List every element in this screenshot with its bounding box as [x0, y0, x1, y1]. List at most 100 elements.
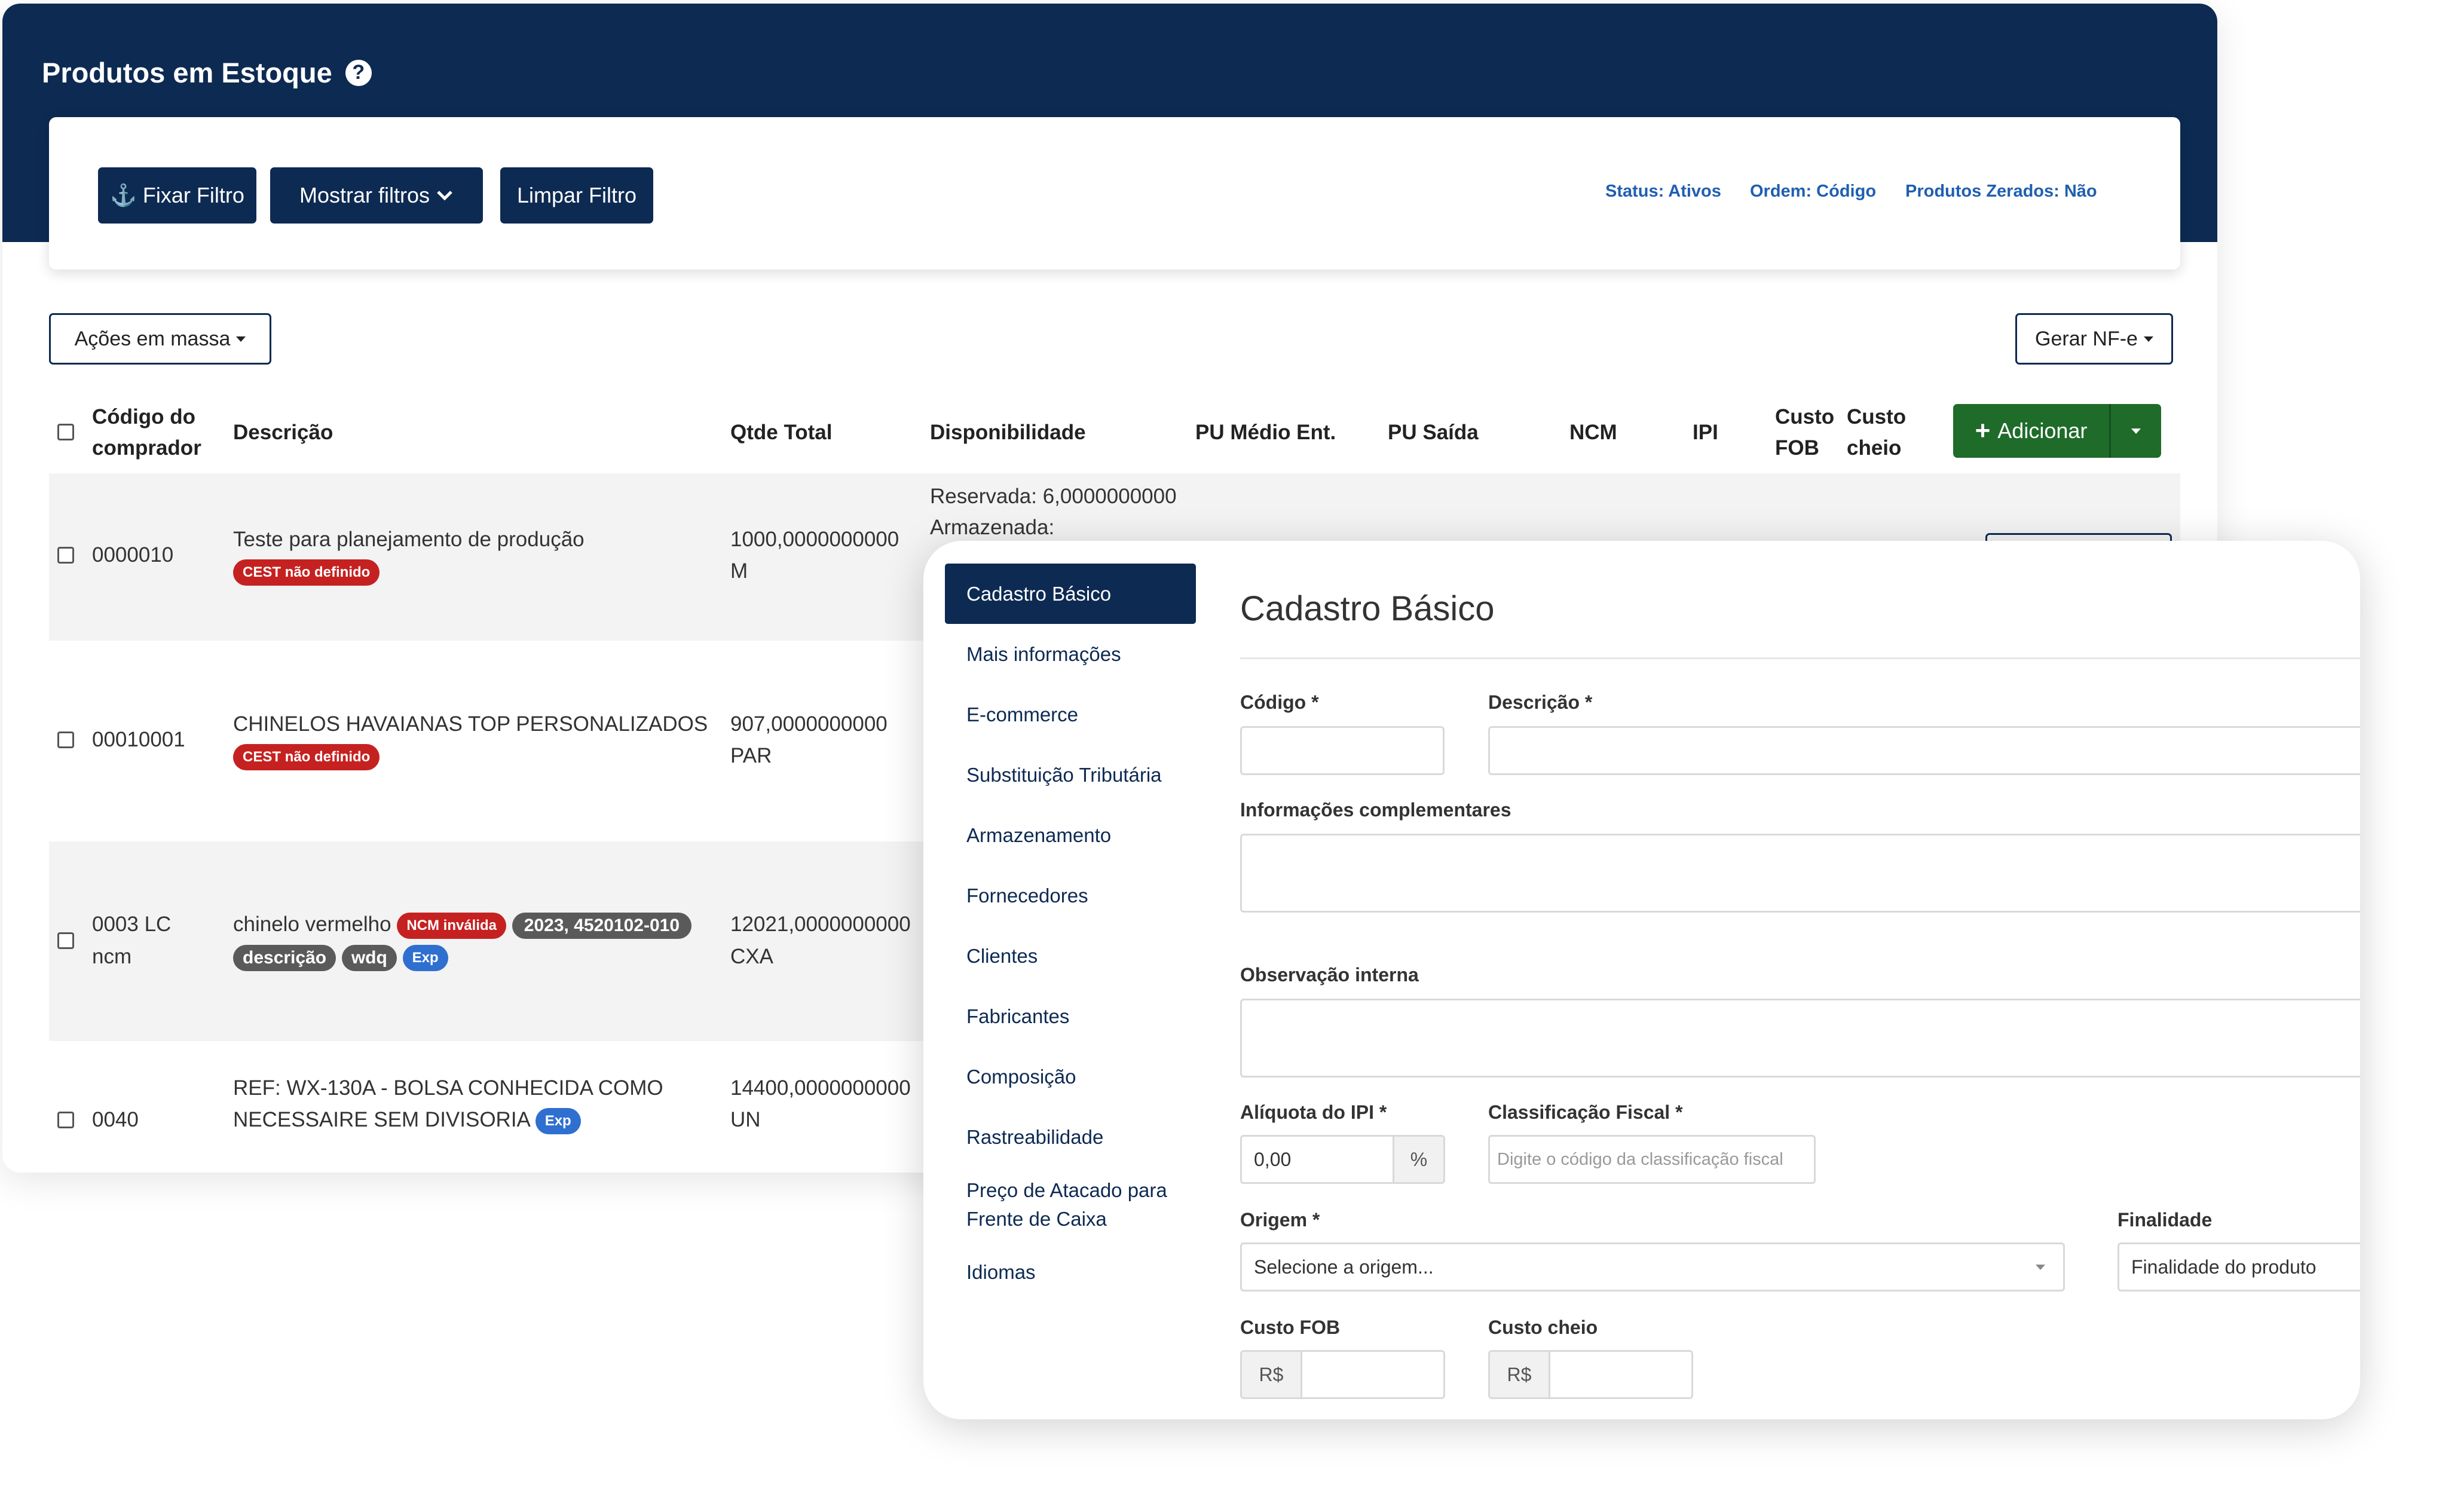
full-cost-label: Custo cheio [1488, 1317, 1598, 1338]
nav-item-manufacturers[interactable]: Fabricantes [945, 986, 1196, 1046]
row-description: Teste para planejamento de produção [233, 528, 585, 551]
row-qty: 14400,0000000000 [730, 1076, 911, 1100]
row-qty: 907,0000000000 [730, 712, 888, 736]
full-cost-input[interactable] [1549, 1350, 1693, 1399]
tax-classification-label: Classificação Fiscal * [1488, 1101, 1683, 1123]
col-fob-cost[interactable]: Custo FOB [1775, 402, 1834, 464]
fob-currency-addon: R$ [1240, 1350, 1302, 1399]
tax-classification-input[interactable]: Digite o código da classificação fiscal [1488, 1135, 1816, 1184]
row-reserved: Reservada: 6,0000000000 [930, 485, 1177, 508]
row-unit: UN [730, 1108, 761, 1131]
nav-item-more-info[interactable]: Mais informações [945, 624, 1196, 684]
col-availability[interactable]: Disponibilidade [930, 417, 1086, 448]
complementary-info-textarea[interactable] [1240, 834, 2360, 913]
divider [1240, 657, 2360, 659]
col-ipi[interactable]: IPI [1693, 417, 1718, 448]
bulk-actions-button[interactable]: Ações em massa [49, 313, 271, 365]
nav-item-composition[interactable]: Composição [945, 1046, 1196, 1107]
row-badges: CEST não definido [233, 740, 380, 772]
add-product-label: Adicionar [1997, 418, 2088, 443]
fob-cost-label: Custo FOB [1240, 1317, 1341, 1338]
col-quantity[interactable]: Qtde Total [730, 417, 832, 448]
code-input[interactable] [1240, 726, 1445, 775]
generate-nfe-label: Gerar NF-e [2035, 327, 2138, 350]
col-code[interactable]: Código do comprador [92, 402, 201, 464]
row-unit: PAR [730, 744, 772, 767]
row-description-line2: NECESSAIRE SEM DIVISORIA Exp [233, 1104, 581, 1135]
col-full-cost[interactable]: Custo cheio [1847, 402, 1906, 464]
row-description-text: chinelo vermelho [233, 913, 391, 936]
plus-icon: + [1975, 416, 1991, 445]
origin-label: Origem * [1240, 1209, 1320, 1231]
percent-addon: % [1393, 1135, 1445, 1184]
description-label: Descrição * [1488, 691, 1593, 713]
row-description-line1: REF: WX-130A - BOLSA CONHECIDA COMO [233, 1076, 663, 1100]
show-filters-button[interactable]: Mostrar filtros [270, 167, 483, 224]
tag-badge: descrição [233, 944, 336, 971]
col-code-line1: Código do [92, 405, 196, 428]
fob-cost-input[interactable] [1300, 1350, 1445, 1399]
bulk-actions-label: Ações em massa [74, 327, 231, 350]
row-checkbox[interactable] [57, 731, 74, 748]
nav-item-tax-substitution[interactable]: Substituição Tributária [945, 745, 1196, 805]
col-description[interactable]: Descrição [233, 417, 333, 448]
ncm-invalid-badge: NCM inválida [397, 912, 507, 939]
fix-filter-button[interactable]: ⚓ Fixar Filtro [98, 167, 256, 224]
complementary-info-label: Informações complementares [1240, 799, 1511, 821]
clear-filter-button[interactable]: Limpar Filtro [500, 167, 653, 224]
internal-note-label: Observação interna [1240, 964, 1419, 985]
add-dropdown-toggle[interactable] [2111, 428, 2161, 434]
nav-item-basic[interactable]: Cadastro Básico [945, 564, 1196, 624]
col-ncm[interactable]: NCM [1569, 417, 1617, 448]
caret-down-icon [236, 336, 246, 342]
row-unit: CXA [730, 945, 773, 968]
description-input[interactable] [1488, 726, 2360, 775]
row-qty: 12021,0000000000 [730, 913, 911, 936]
internal-note-textarea[interactable] [1240, 999, 2360, 1078]
col-fob-line2: FOB [1775, 436, 1819, 460]
row-code-line1: 0003 LC [92, 913, 172, 936]
nav-item-storage[interactable]: Armazenamento [945, 805, 1196, 865]
col-fob-line1: Custo [1775, 405, 1835, 428]
caret-down-icon [2036, 1264, 2045, 1270]
status-filter-link[interactable]: Status: Ativos [1605, 182, 1721, 201]
select-all-checkbox[interactable] [57, 424, 74, 440]
cest-badge: CEST não definido [233, 559, 380, 586]
nav-item-languages[interactable]: Idiomas [945, 1242, 1196, 1302]
col-code-line2: comprador [92, 436, 201, 460]
col-pu-entry[interactable]: PU Médio Ent. [1195, 417, 1336, 448]
row-checkbox[interactable] [57, 547, 74, 564]
order-filter-link[interactable]: Ordem: Código [1750, 182, 1876, 201]
full-cost-currency-addon: R$ [1488, 1350, 1550, 1399]
col-full-line1: Custo [1847, 405, 1907, 428]
row-qty: 1000,0000000000 [730, 528, 899, 551]
filter-card: ⚓ Fixar Filtro Mostrar filtros Limpar Fi… [49, 117, 2180, 270]
row-badges: descrição wdq Exp [233, 941, 448, 972]
row-code-line2: ncm [92, 945, 132, 968]
origin-select-value: Selecione a origem... [1254, 1256, 1434, 1278]
nav-item-wholesale-line1: Preço de Atacado para [966, 1179, 1167, 1201]
row-badges: CEST não definido [233, 555, 380, 587]
purpose-label: Finalidade [2117, 1209, 2213, 1231]
ipi-rate-input[interactable]: 0,00 [1240, 1135, 1394, 1184]
nav-item-traceability[interactable]: Rastreabilidade [945, 1107, 1196, 1167]
generate-nfe-button[interactable]: Gerar NF-e [2015, 313, 2173, 365]
show-filters-label: Mostrar filtros [299, 183, 430, 207]
add-product-button[interactable]: + Adicionar [1953, 404, 2161, 458]
ipi-rate-label: Alíquota do IPI * [1240, 1101, 1387, 1123]
zeroed-filter-link[interactable]: Produtos Zerados: Não [1905, 182, 2097, 201]
nav-item-wholesale-price[interactable]: Preço de Atacado para Frente de Caixa [945, 1167, 1196, 1242]
row-checkbox[interactable] [57, 932, 74, 949]
nav-item-ecommerce[interactable]: E-commerce [945, 684, 1196, 745]
row-stored: Armazenada: [930, 516, 1055, 539]
row-checkbox[interactable] [57, 1112, 74, 1128]
exp-badge: Exp [535, 1107, 581, 1134]
cest-badge: CEST não definido [233, 743, 380, 770]
anchor-icon: ⚓ [110, 183, 137, 207]
nav-item-clients[interactable]: Clientes [945, 926, 1196, 986]
purpose-select[interactable]: Finalidade do produto [2117, 1242, 2360, 1291]
nav-item-suppliers[interactable]: Fornecedores [945, 865, 1196, 926]
question-circle-icon[interactable]: ? [345, 59, 372, 86]
col-pu-exit[interactable]: PU Saída [1388, 417, 1479, 448]
origin-select[interactable]: Selecione a origem... [1240, 1242, 2065, 1291]
